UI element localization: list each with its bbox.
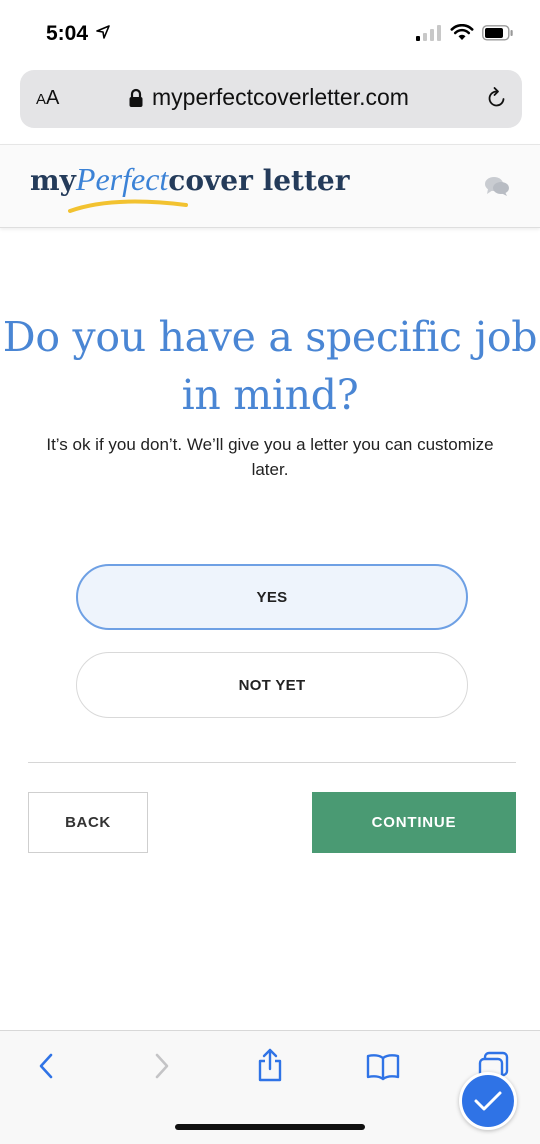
- back-arrow-icon[interactable]: [36, 1051, 56, 1081]
- divider: [28, 762, 516, 763]
- site-logo[interactable]: myPerfectcover letter: [30, 161, 350, 213]
- home-indicator[interactable]: [175, 1124, 365, 1130]
- question-subtitle: It’s ok if you don’t. We’ll give you a l…: [46, 435, 494, 479]
- checkmark-badge[interactable]: [459, 1072, 517, 1130]
- logo-my-text: my: [30, 164, 76, 197]
- text-size-small-label: A: [36, 91, 47, 108]
- url-display[interactable]: myperfectcoverletter.com: [128, 84, 409, 111]
- option-yes-button[interactable]: YES: [76, 564, 468, 630]
- back-button[interactable]: BACK: [28, 792, 148, 853]
- continue-button[interactable]: CONTINUE: [312, 792, 516, 853]
- battery-icon: [482, 24, 513, 41]
- status-time: 5:04: [46, 22, 110, 46]
- signal-icon: [416, 24, 441, 41]
- lock-icon: [129, 88, 143, 107]
- site-header: myPerfectcover letter: [0, 144, 540, 228]
- wifi-icon: [450, 24, 474, 40]
- address-bar[interactable]: AA myperfectcoverletter.com: [20, 70, 522, 128]
- option-yes-label: YES: [256, 588, 288, 606]
- bookmarks-icon[interactable]: [366, 1053, 400, 1081]
- logo-cover-text: cover letter: [168, 164, 350, 197]
- reload-icon[interactable]: [486, 86, 508, 110]
- continue-button-label: CONTINUE: [371, 814, 457, 831]
- url-text: myperfectcoverletter.com: [152, 84, 409, 110]
- status-bar: 5:04: [0, 0, 540, 64]
- page: 5:04 AA myperfectcoverletter.com myPerfe…: [0, 0, 540, 1144]
- text-size-large-label: A: [46, 87, 60, 109]
- status-icons: [416, 24, 514, 41]
- share-icon[interactable]: [256, 1047, 284, 1083]
- back-button-label: BACK: [65, 814, 111, 831]
- option-not-yet-label: NOT YET: [238, 676, 306, 694]
- location-arrow-icon: [96, 25, 110, 39]
- checkmark-icon: [474, 1091, 502, 1111]
- logo-swoosh-icon: [68, 199, 188, 213]
- forward-arrow-icon[interactable]: [152, 1051, 172, 1081]
- logo-perfect-text: Perfect: [75, 161, 169, 197]
- chat-icon[interactable]: [484, 175, 510, 197]
- text-size-button[interactable]: AA: [36, 87, 59, 110]
- option-not-yet-button[interactable]: NOT YET: [76, 652, 468, 718]
- question-heading: Do you have a specific job in mind?: [2, 313, 538, 419]
